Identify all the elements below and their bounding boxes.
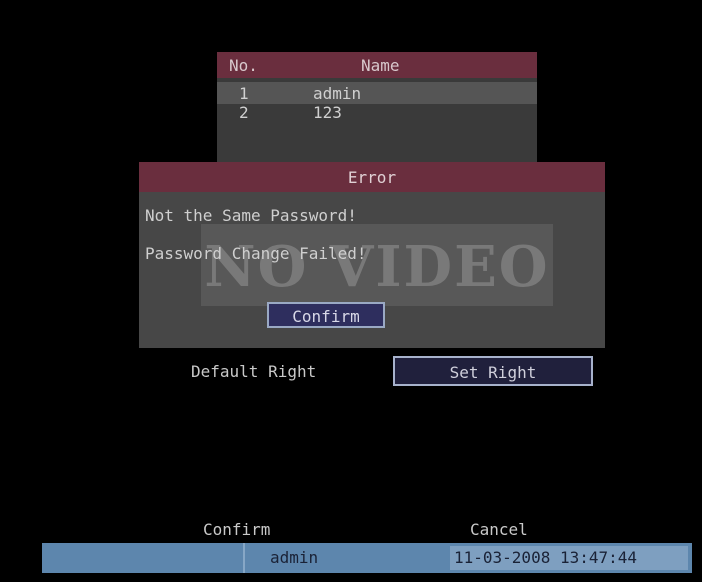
error-dialog-title: Error — [347, 168, 397, 187]
status-bar: admin 11-03-2008 13:47:44 — [42, 543, 692, 573]
row-name: 123 — [313, 103, 342, 122]
column-header-name: Name — [361, 56, 400, 75]
no-video-overlay: NO VIDEO — [201, 224, 553, 306]
set-right-label: Set Right — [449, 363, 537, 382]
error-dialog: Error NO VIDEO Not the Same Password! Pa… — [139, 162, 605, 348]
user-table-header: No. Name — [217, 52, 537, 78]
set-right-button[interactable]: Set Right — [393, 356, 593, 386]
status-user: admin — [270, 548, 319, 567]
cancel-button[interactable]: Cancel — [470, 520, 528, 539]
error-dialog-title-bar: Error — [139, 162, 605, 192]
dialog-confirm-label: Confirm — [292, 307, 360, 326]
confirm-button[interactable]: Confirm — [203, 520, 270, 539]
dvr-menu-screen: No. Name 1 admin 2 123 Error NO VIDEO No… — [15, 12, 691, 570]
default-right-button[interactable]: Default Right — [191, 362, 316, 381]
status-datetime-box: 11-03-2008 13:47:44 — [450, 546, 688, 570]
status-bar-segment — [42, 543, 245, 573]
status-datetime: 11-03-2008 13:47:44 — [454, 548, 638, 567]
column-header-no: No. — [229, 56, 258, 75]
table-row[interactable]: 2 123 — [217, 101, 537, 123]
dialog-confirm-button[interactable]: Confirm — [267, 302, 385, 328]
row-number: 2 — [239, 103, 249, 122]
error-message-change-failed: Password Change Failed! — [145, 244, 367, 263]
user-table: 1 admin 2 123 — [217, 78, 537, 164]
error-message-same-password: Not the Same Password! — [145, 206, 357, 225]
